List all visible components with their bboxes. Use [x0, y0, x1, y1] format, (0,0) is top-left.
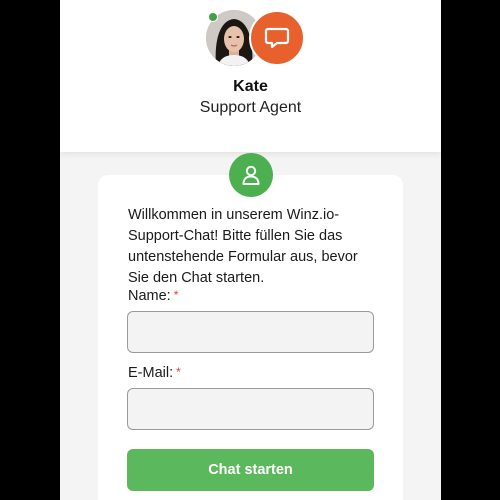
chat-bubble-icon	[249, 10, 305, 66]
required-marker: *	[173, 288, 179, 302]
name-input[interactable]	[127, 311, 374, 353]
email-label-text: E-Mail:	[128, 365, 174, 381]
agent-role: Support Agent	[199, 99, 302, 116]
user-icon	[229, 153, 273, 197]
agent-name: Kate	[233, 78, 268, 95]
email-label: E-Mail: *	[128, 365, 181, 381]
welcome-text: Willkommen in unserem Winz.io-Support-Ch…	[128, 207, 358, 286]
start-chat-button[interactable]: Chat starten	[127, 449, 374, 491]
name-label-text: Name:	[128, 288, 171, 304]
email-input[interactable]	[127, 388, 374, 430]
name-label: Name: *	[128, 288, 178, 304]
agent-header: Kate Support Agent	[60, 0, 441, 152]
online-status-dot	[208, 12, 218, 22]
required-marker: *	[176, 365, 181, 379]
